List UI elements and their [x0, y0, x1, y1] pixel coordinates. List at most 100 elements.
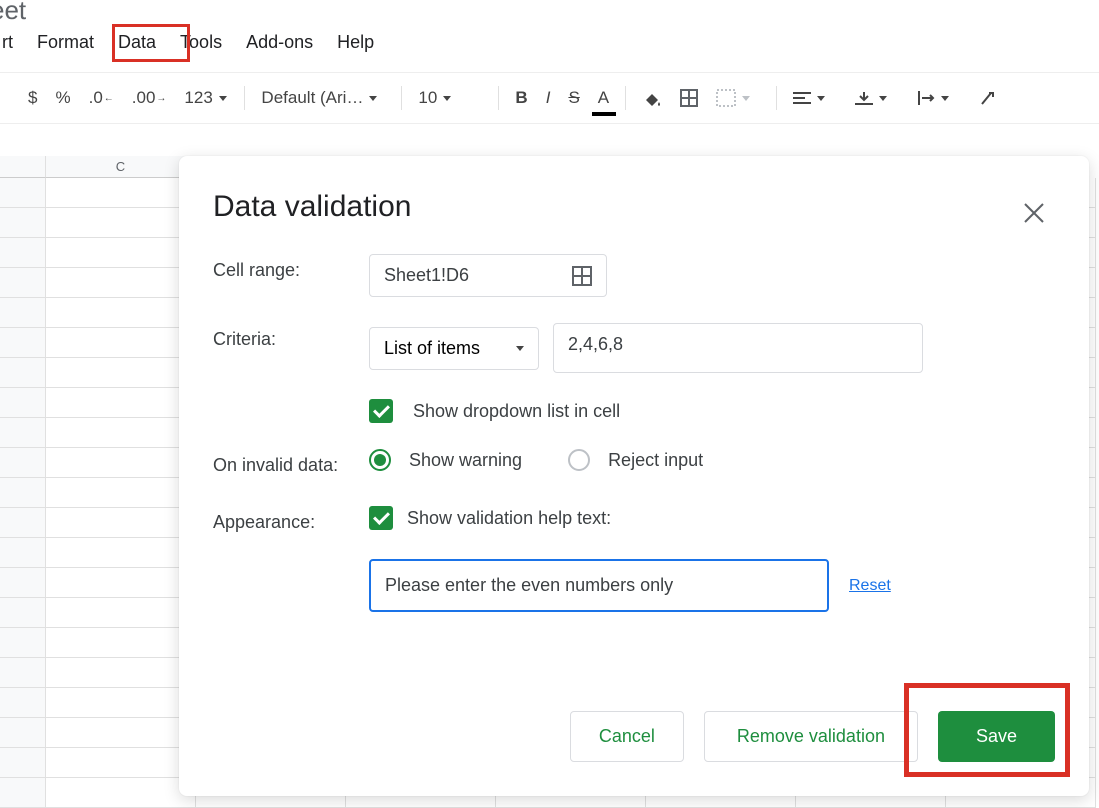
cell[interactable] [46, 268, 196, 298]
save-button-highlight [904, 683, 1070, 777]
cell[interactable] [46, 748, 196, 778]
cell[interactable] [46, 178, 196, 208]
close-icon [1023, 202, 1045, 224]
cell[interactable] [0, 238, 46, 268]
strikethrough-button[interactable]: S [560, 82, 587, 114]
close-button[interactable] [1023, 200, 1045, 231]
cell[interactable] [46, 298, 196, 328]
cell-range-input[interactable]: Sheet1!D6 [369, 254, 607, 297]
rotate-icon [979, 89, 999, 107]
horizontal-align-button[interactable] [785, 87, 845, 109]
menu-insert[interactable]: rt [0, 28, 25, 57]
menu-bar: rt Format Data Tools Add-ons Help [0, 28, 386, 57]
text-rotation-button[interactable] [971, 83, 1007, 113]
cell[interactable] [0, 628, 46, 658]
cell[interactable] [46, 688, 196, 718]
criteria-label: Criteria: [213, 323, 369, 350]
cell[interactable] [46, 238, 196, 268]
cancel-button[interactable]: Cancel [570, 711, 684, 762]
cell[interactable] [0, 658, 46, 688]
show-warning-label: Show warning [409, 450, 522, 471]
cell[interactable] [46, 718, 196, 748]
text-wrap-button[interactable] [909, 86, 969, 110]
align-left-icon [793, 91, 811, 105]
dialog-title: Data validation [213, 190, 1055, 224]
cell[interactable] [0, 568, 46, 598]
reject-input-radio[interactable] [568, 449, 590, 471]
show-warning-radio[interactable] [369, 449, 391, 471]
cell[interactable] [46, 598, 196, 628]
cell-range-label: Cell range: [213, 254, 369, 281]
cell[interactable] [46, 658, 196, 688]
cell[interactable] [46, 448, 196, 478]
bold-button[interactable]: B [507, 82, 535, 114]
cell[interactable] [0, 418, 46, 448]
menu-help[interactable]: Help [325, 28, 386, 57]
cell[interactable] [46, 538, 196, 568]
font-size-select[interactable]: 10 [410, 84, 490, 112]
percent-button[interactable]: % [47, 82, 78, 114]
paint-bucket-icon [642, 88, 662, 108]
cell[interactable] [0, 328, 46, 358]
select-range-icon[interactable] [572, 266, 592, 286]
cell[interactable] [46, 358, 196, 388]
cell[interactable] [46, 208, 196, 238]
cell[interactable] [0, 208, 46, 238]
cell[interactable] [46, 478, 196, 508]
decrease-decimal-button[interactable]: .0← [81, 82, 122, 114]
cell[interactable] [0, 178, 46, 208]
toolbar: $ % .0← .00→ 123 Default (Ari… 10 B I S … [0, 72, 1099, 124]
cell[interactable] [46, 568, 196, 598]
show-help-text-label: Show validation help text: [407, 508, 611, 529]
chevron-down-icon [516, 346, 524, 351]
criteria-type-value: List of items [384, 338, 480, 359]
show-dropdown-label: Show dropdown list in cell [413, 401, 620, 422]
borders-button[interactable] [672, 83, 706, 113]
cell[interactable] [46, 778, 196, 808]
cell[interactable] [0, 508, 46, 538]
cell[interactable] [0, 598, 46, 628]
cell[interactable] [46, 508, 196, 538]
borders-icon [680, 89, 698, 107]
increase-decimal-button[interactable]: .00→ [124, 82, 175, 114]
data-menu-highlight [112, 24, 190, 62]
cell[interactable] [0, 358, 46, 388]
menu-addons[interactable]: Add-ons [234, 28, 325, 57]
criteria-type-select[interactable]: List of items [369, 327, 539, 370]
currency-button[interactable]: $ [20, 82, 45, 114]
cell[interactable] [0, 268, 46, 298]
on-invalid-label: On invalid data: [213, 449, 369, 476]
cell[interactable] [46, 388, 196, 418]
reset-link[interactable]: Reset [849, 577, 891, 595]
italic-button[interactable]: I [538, 82, 559, 114]
vertical-align-button[interactable] [847, 86, 907, 110]
text-color-button[interactable]: A [590, 82, 617, 114]
column-header-c[interactable]: C [46, 156, 196, 178]
fill-color-button[interactable] [634, 82, 670, 114]
font-select[interactable]: Default (Ari… [253, 84, 393, 112]
merge-cells-button[interactable] [708, 85, 768, 111]
show-dropdown-checkbox[interactable] [369, 399, 393, 423]
cell[interactable] [0, 688, 46, 718]
cell[interactable] [0, 388, 46, 418]
cell[interactable] [0, 298, 46, 328]
show-help-text-checkbox[interactable] [369, 506, 393, 530]
wrap-icon [917, 90, 935, 106]
cell[interactable] [46, 328, 196, 358]
corner-header[interactable] [0, 156, 46, 178]
cell[interactable] [0, 748, 46, 778]
number-format-select[interactable]: 123 [176, 84, 236, 112]
valign-icon [855, 90, 873, 106]
cell[interactable] [0, 538, 46, 568]
cell[interactable] [46, 628, 196, 658]
criteria-value-input[interactable] [553, 323, 923, 373]
cell[interactable] [0, 778, 46, 808]
cell[interactable] [46, 418, 196, 448]
cell[interactable] [0, 718, 46, 748]
remove-validation-button[interactable]: Remove validation [704, 711, 918, 762]
reject-input-label: Reject input [608, 450, 703, 471]
cell[interactable] [0, 448, 46, 478]
menu-format[interactable]: Format [25, 28, 106, 57]
cell[interactable] [0, 478, 46, 508]
help-text-input[interactable] [369, 559, 829, 612]
